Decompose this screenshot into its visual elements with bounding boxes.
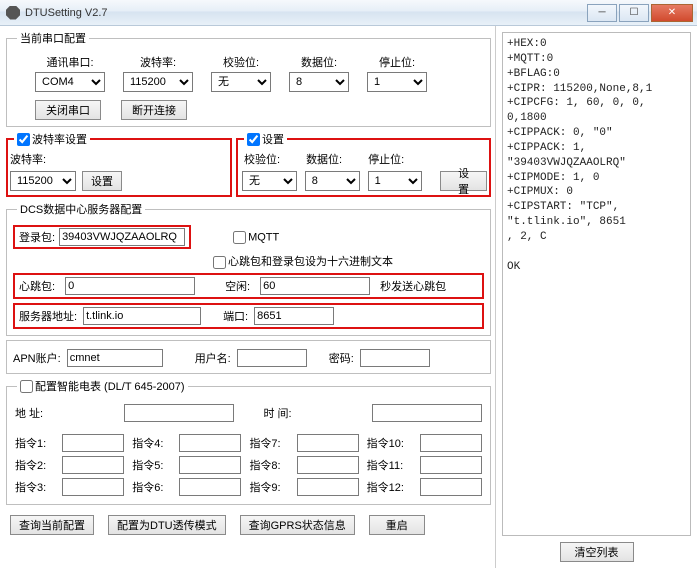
params-set-legend: 设置 (262, 131, 284, 147)
heartbeat-label: 心跳包: (19, 278, 55, 294)
meter-config-checkbox[interactable] (20, 380, 33, 393)
meter-time-label: 时 间: (264, 405, 343, 421)
cmd6-input[interactable] (179, 478, 241, 496)
baudrate-set-group: 波特率设置 波特率: 115200 设置 (6, 131, 232, 197)
mqtt-checkbox[interactable] (233, 231, 246, 244)
right-pane: +HEX:0 +MQTT:0 +BFLAG:0 +CIPR: 115200,No… (495, 26, 697, 568)
apn-group: APN账户: 用户名: 密码: (6, 340, 491, 374)
meter-config-group: 配置智能电表 (DL/T 645-2007) 地 址: 时 间: 指令1: 指令… (6, 378, 491, 505)
params-set-button[interactable]: 设置 (440, 171, 487, 191)
parity-select[interactable]: 无 (211, 72, 271, 92)
params-set-group: 设置 校验位: 数据位: 停止位: 无 8 1 设置 (236, 131, 491, 197)
params-set-checkbox[interactable] (247, 133, 260, 146)
parity2-select[interactable]: 无 (242, 171, 297, 191)
cmd8-label: 指令8: (249, 457, 288, 473)
cmd5-input[interactable] (179, 456, 241, 474)
parity2-label: 校验位: (244, 151, 280, 167)
baudrate-set-legend: 波特率设置 (32, 131, 87, 147)
data-label: 数据位: (301, 54, 337, 70)
cmd2-input[interactable] (62, 456, 124, 474)
query-config-button[interactable]: 查询当前配置 (10, 515, 94, 535)
restart-button[interactable]: 重启 (369, 515, 425, 535)
data2-label: 数据位: (306, 151, 342, 167)
close-serial-button[interactable]: 关闭串口 (35, 100, 101, 120)
log-output: +HEX:0 +MQTT:0 +BFLAG:0 +CIPR: 115200,No… (502, 32, 691, 536)
dcs-legend: DCS数据中心服务器配置 (17, 201, 145, 217)
cmd1-label: 指令1: (15, 435, 54, 451)
baud-select[interactable]: 115200 (123, 72, 193, 92)
cmd12-label: 指令12: (367, 479, 412, 495)
window-title: DTUSetting V2.7 (25, 7, 585, 19)
baud2-select[interactable]: 115200 (10, 171, 76, 191)
stop-label: 停止位: (379, 54, 415, 70)
idle-suffix: 秒发送心跳包 (380, 278, 446, 294)
port-select[interactable]: COM4 (35, 72, 105, 92)
minimize-button[interactable]: ─ (587, 4, 617, 22)
cmd7-label: 指令7: (249, 435, 288, 451)
cmd9-input[interactable] (297, 478, 359, 496)
cmd9-label: 指令9: (249, 479, 288, 495)
server-input[interactable] (83, 307, 201, 325)
mqtt-checkbox-label: MQTT (233, 231, 279, 244)
gprs-status-button[interactable]: 查询GPRS状态信息 (240, 515, 355, 535)
port-input[interactable] (254, 307, 334, 325)
left-pane: 当前串口配置 通讯串口: COM4 波特率: 115200 校验位: 无 数据位… (0, 26, 495, 568)
meter-addr-input[interactable] (124, 404, 234, 422)
baud2-label: 波特率: (10, 151, 46, 167)
cmd7-input[interactable] (297, 434, 359, 452)
hex-checkbox[interactable] (213, 256, 226, 269)
stop2-label: 停止位: (368, 151, 404, 167)
stop-select[interactable]: 1 (367, 72, 427, 92)
cmd8-input[interactable] (297, 456, 359, 474)
hex-checkbox-label: 心跳包和登录包设为十六进制文本 (213, 253, 393, 269)
cmd11-label: 指令11: (367, 457, 412, 473)
close-button[interactable]: ✕ (651, 4, 693, 22)
dcs-config-group: DCS数据中心服务器配置 登录包: MQTT 心跳包和登录包设为十六进制文本 心… (6, 201, 491, 336)
meter-addr-label: 地 址: (15, 405, 94, 421)
cmd3-input[interactable] (62, 478, 124, 496)
apn-user-label: 用户名: (195, 350, 231, 366)
app-icon (6, 6, 20, 20)
titlebar: DTUSetting V2.7 ─ ☐ ✕ (0, 0, 697, 26)
cmd4-label: 指令4: (132, 435, 171, 451)
server-label: 服务器地址: (19, 308, 77, 324)
disconnect-button[interactable]: 断开连接 (121, 100, 187, 120)
maximize-button[interactable]: ☐ (619, 4, 649, 22)
cmd10-input[interactable] (420, 434, 482, 452)
serial-config-legend: 当前串口配置 (17, 30, 89, 46)
cmd3-label: 指令3: (15, 479, 54, 495)
cmd12-input[interactable] (420, 478, 482, 496)
heartbeat-input[interactable] (65, 277, 195, 295)
meter-legend: 配置智能电表 (DL/T 645-2007) (35, 378, 185, 394)
baud-label: 波特率: (140, 54, 176, 70)
login-pkg-label: 登录包: (19, 229, 55, 245)
dtu-mode-button[interactable]: 配置为DTU透传模式 (108, 515, 226, 535)
cmd11-input[interactable] (420, 456, 482, 474)
cmd10-label: 指令10: (367, 435, 412, 451)
meter-time-input[interactable] (372, 404, 482, 422)
cmd5-label: 指令5: (132, 457, 171, 473)
apn-user-input[interactable] (237, 349, 307, 367)
idle-label: 空闲: (225, 278, 250, 294)
apn-pwd-label: 密码: (329, 350, 354, 366)
parity-label: 校验位: (223, 54, 259, 70)
idle-input[interactable] (260, 277, 370, 295)
port-label2: 端口: (223, 308, 248, 324)
port-label: 通讯串口: (46, 54, 93, 70)
login-pkg-input[interactable] (59, 228, 185, 246)
data-select[interactable]: 8 (289, 72, 349, 92)
apn-pwd-input[interactable] (360, 349, 430, 367)
baud-set-button[interactable]: 设置 (82, 171, 122, 191)
cmd4-input[interactable] (179, 434, 241, 452)
apn-label: APN账户: (13, 350, 61, 366)
data2-select[interactable]: 8 (305, 171, 360, 191)
clear-list-button[interactable]: 清空列表 (560, 542, 634, 562)
serial-config-group: 当前串口配置 通讯串口: COM4 波特率: 115200 校验位: 无 数据位… (6, 30, 491, 127)
apn-input[interactable] (67, 349, 163, 367)
cmd6-label: 指令6: (132, 479, 171, 495)
baudrate-set-checkbox[interactable] (17, 133, 30, 146)
stop2-select[interactable]: 1 (368, 171, 423, 191)
cmd1-input[interactable] (62, 434, 124, 452)
cmd2-label: 指令2: (15, 457, 54, 473)
